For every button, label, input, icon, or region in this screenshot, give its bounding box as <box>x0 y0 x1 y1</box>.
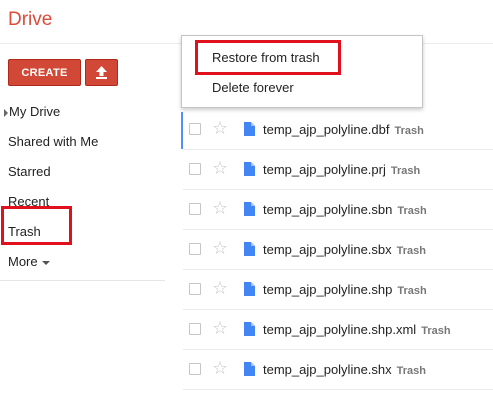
file-row[interactable]: ☆ temp_ajp_polyline.shp.xml Trash <box>183 310 493 350</box>
file-name[interactable]: temp_ajp_polyline.shp.xml <box>263 322 416 337</box>
document-icon <box>244 282 255 296</box>
file-name[interactable]: temp_ajp_polyline.dbf <box>263 122 389 137</box>
upload-arrow-icon <box>96 66 107 79</box>
file-name[interactable]: temp_ajp_polyline.shp <box>263 282 392 297</box>
create-button[interactable]: CREATE <box>8 59 81 86</box>
row-checkbox[interactable] <box>189 283 201 295</box>
row-checkbox[interactable] <box>189 363 201 375</box>
trash-badge: Trash <box>390 165 421 177</box>
sidebar-item-more[interactable]: More <box>8 254 50 269</box>
upload-button[interactable] <box>85 59 118 86</box>
row-checkbox[interactable] <box>189 163 201 175</box>
document-icon <box>244 162 255 176</box>
restore-highlight-box <box>195 40 341 75</box>
row-checkbox[interactable] <box>189 123 201 135</box>
star-icon[interactable]: ☆ <box>212 119 228 137</box>
file-name[interactable]: temp_ajp_polyline.sbn <box>263 202 392 217</box>
trash-badge: Trash <box>396 245 426 257</box>
drive-page: Drive CREATE My Drive Shared with Me Sta… <box>0 0 493 415</box>
sidebar-item-shared-with-me[interactable]: Shared with Me <box>8 134 98 149</box>
file-name[interactable]: temp_ajp_polyline.sbx <box>263 242 392 257</box>
app-title: Drive <box>8 9 53 30</box>
document-icon <box>244 322 255 336</box>
star-icon[interactable]: ☆ <box>212 279 228 297</box>
star-icon[interactable]: ☆ <box>212 199 228 217</box>
menu-item-delete-forever[interactable]: Delete forever <box>212 80 294 95</box>
star-icon[interactable]: ☆ <box>212 239 228 257</box>
expand-triangle-icon[interactable] <box>4 108 8 117</box>
file-row[interactable]: ☆ temp_ajp_polyline.prj Trash <box>183 150 493 190</box>
file-name[interactable]: temp_ajp_polyline.shx <box>263 362 392 377</box>
sidebar-item-label: More <box>8 254 38 269</box>
chevron-down-icon <box>41 260 50 265</box>
sidebar-item-starred[interactable]: Starred <box>8 164 51 179</box>
sidebar-divider <box>0 280 165 281</box>
trash-badge: Trash <box>394 125 424 137</box>
document-icon <box>244 202 255 216</box>
file-row[interactable]: ☆ temp_ajp_polyline.sbn Trash <box>183 190 493 230</box>
trash-highlight-box <box>1 206 72 245</box>
document-icon <box>244 362 255 376</box>
sidebar-item-my-drive[interactable]: My Drive <box>4 104 60 119</box>
file-row[interactable]: ☆ temp_ajp_polyline.dbf Trash <box>183 110 493 150</box>
star-icon[interactable]: ☆ <box>212 319 228 337</box>
row-checkbox[interactable] <box>189 203 201 215</box>
file-row[interactable]: ☆ temp_ajp_polyline.shx Trash <box>183 350 493 390</box>
trash-badge: Trash <box>397 285 427 297</box>
star-icon[interactable]: ☆ <box>212 359 228 377</box>
trash-badge: Trash <box>396 365 426 377</box>
document-icon <box>244 122 255 136</box>
star-icon[interactable]: ☆ <box>212 159 228 177</box>
row-checkbox[interactable] <box>189 243 201 255</box>
trash-badge: Trash <box>421 325 451 337</box>
file-name[interactable]: temp_ajp_polyline.prj <box>263 162 386 177</box>
trash-badge: Trash <box>397 205 427 217</box>
sidebar-item-label: My Drive <box>9 104 61 119</box>
file-row[interactable]: ☆ temp_ajp_polyline.sbx Trash <box>183 230 493 270</box>
file-row[interactable]: ☆ temp_ajp_polyline.shp Trash <box>183 270 493 310</box>
row-checkbox[interactable] <box>189 323 201 335</box>
document-icon <box>244 242 255 256</box>
